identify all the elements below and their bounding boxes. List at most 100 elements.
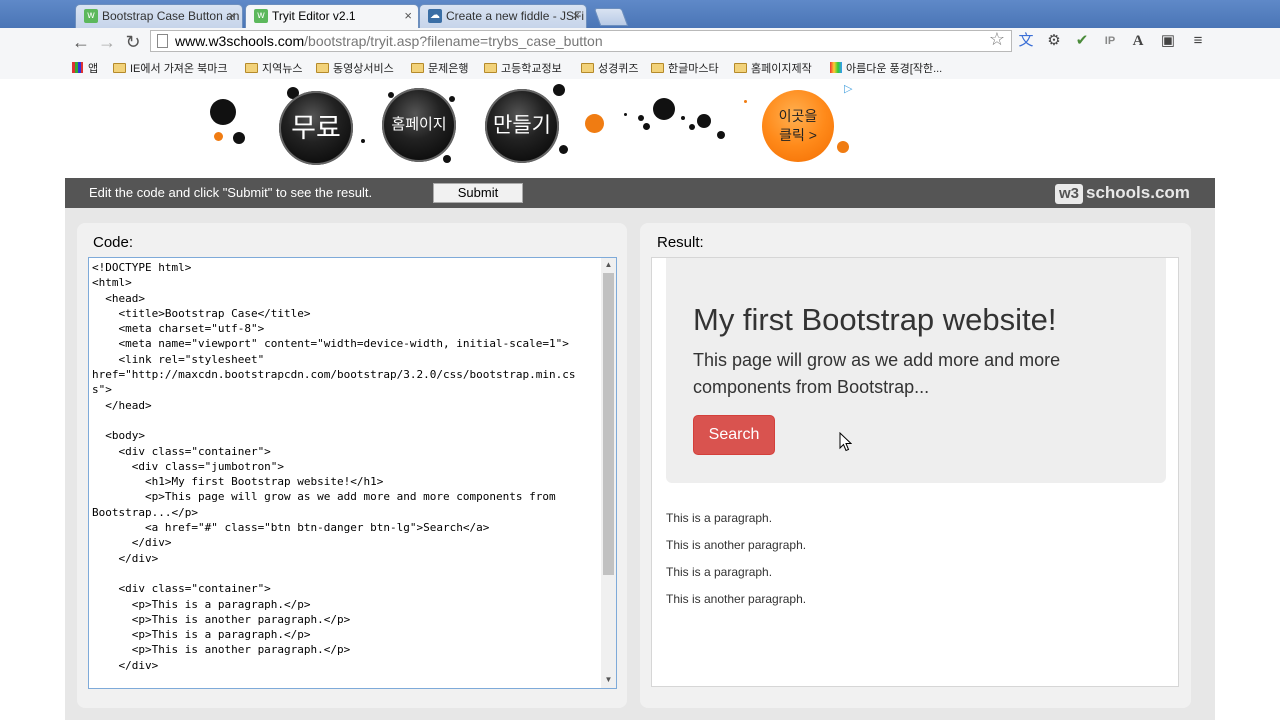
menu-icon[interactable]: ≡ [1189, 32, 1207, 50]
address-bar[interactable]: www.w3schools.com/bootstrap/tryit.asp?fi… [150, 29, 1012, 52]
ad-cta-ball[interactable]: 이곳을 클릭 > [762, 90, 834, 162]
url-host: www.w3schools.com [175, 33, 305, 49]
translate-icon[interactable]: 文 [1017, 32, 1035, 50]
bookmark-label: 아름다운 풍경[작한... [846, 63, 943, 75]
jumbotron-title: My first Bootstrap website! [693, 302, 1057, 337]
folder-icon [316, 63, 329, 73]
ad-dot [717, 131, 725, 139]
bookmark-label: 문제은행 [428, 63, 469, 75]
bookmark-beautiful-scenery[interactable]: 아름다운 풍경[작한... [830, 60, 942, 76]
tab-bootstrap-case-button[interactable]: w Bootstrap Case Button an × [75, 4, 243, 28]
folder-icon [484, 63, 497, 73]
close-tab-icon[interactable]: × [228, 5, 236, 27]
ad-dot [638, 115, 644, 121]
ad-dot [559, 145, 568, 154]
folder-icon [411, 63, 424, 73]
ad-dot [697, 114, 711, 128]
ad-dot [653, 98, 675, 120]
bookmark-label: 고등학교정보 [501, 63, 562, 75]
jsfiddle-favicon-icon: ☁ [428, 9, 442, 23]
ad-dot [214, 132, 223, 141]
bookmark-star-icon[interactable]: ☆ [989, 29, 1005, 49]
bookmark-label: 한글마스타 [668, 63, 719, 75]
mouse-cursor-icon [839, 432, 852, 452]
ip-extension-icon[interactable]: IP [1101, 32, 1119, 50]
bookmark-label: IE에서 가져온 북마크 [130, 63, 228, 75]
result-label: Result: [657, 234, 704, 251]
gear-icon[interactable]: ⚙ [1045, 32, 1063, 50]
bookmark-high-school-info[interactable]: 고등학교정보 [484, 60, 562, 76]
w3schools-favicon-icon: w [84, 9, 98, 23]
result-paragraph: This is a paragraph. [666, 511, 773, 525]
ad-cta-line1: 이곳을 [778, 108, 818, 124]
ad-dot [624, 113, 627, 116]
bookmark-label: 성경퀴즈 [598, 63, 639, 75]
page-content: 무료 홈페이지 만들기 이곳을 클릭 > ▷ Edit the code and… [65, 79, 1215, 720]
reload-icon[interactable]: ↻ [122, 31, 144, 53]
apps-grid-icon [72, 62, 83, 73]
w3-logo-mark: w3 [1055, 184, 1083, 204]
ad-banner[interactable]: 무료 홈페이지 만들기 이곳을 클릭 > ▷ [65, 79, 1215, 178]
browser-tab-strip: w Bootstrap Case Button an × w Tryit Edi… [0, 0, 1280, 28]
adchoices-icon[interactable]: ▷ [844, 82, 852, 95]
folder-icon [651, 63, 664, 73]
tab-tryit-editor[interactable]: w Tryit Editor v2.1 × [245, 4, 419, 28]
url-text: www.w3schools.com/bootstrap/tryit.asp?fi… [175, 31, 603, 51]
new-tab-button[interactable] [593, 8, 629, 26]
tab-title: Tryit Editor v2.1 [272, 9, 356, 23]
bookmark-question-bank[interactable]: 문제은행 [411, 60, 468, 76]
w3-logo-text: schools.com [1086, 183, 1190, 202]
folder-icon [113, 63, 126, 73]
bookmark-bible-quiz[interactable]: 성경퀴즈 [581, 60, 638, 76]
bookmark-label: 홈페이지제작 [751, 63, 812, 75]
page-icon [157, 34, 168, 48]
site-favicon-icon [830, 62, 842, 73]
page-margin-left [0, 79, 65, 720]
code-editor[interactable]: <!DOCTYPE html> <html> <head> <title>Boo… [88, 257, 617, 689]
ad-cta-line2: 클릭 > [779, 127, 817, 143]
bookmark-local-news[interactable]: 지역뉴스 [245, 60, 302, 76]
bookmark-apps[interactable]: 앱 [72, 60, 98, 76]
font-size-icon[interactable]: A [1129, 32, 1147, 50]
code-text[interactable]: <!DOCTYPE html> <html> <head> <title>Boo… [92, 260, 600, 673]
bookmark-ie-imported[interactable]: IE에서 가져온 북마크 [113, 60, 227, 76]
close-tab-icon[interactable]: × [572, 5, 580, 27]
page-margin-right [1215, 79, 1280, 720]
scroll-down-arrow-icon[interactable]: ▼ [603, 675, 614, 684]
jumbotron: My first Bootstrap website! This page wi… [666, 258, 1166, 483]
scrollbar-thumb[interactable] [603, 273, 614, 575]
forward-arrow-icon[interactable]: → [96, 31, 118, 53]
ad-ball-free: 무료 [279, 91, 353, 165]
w3schools-favicon-icon: w [254, 9, 268, 23]
tryit-body: Code: Result: <!DOCTYPE html> <html> <he… [65, 208, 1215, 720]
ad-dot [233, 132, 245, 144]
bookmarks-bar: 앱 IE에서 가져온 북마크 지역뉴스 동영상서비스 문제은행 고등학교정보 성… [0, 55, 1280, 80]
code-scrollbar[interactable]: ▲ ▼ [601, 258, 616, 688]
close-tab-icon[interactable]: × [404, 5, 412, 27]
ad-dot [689, 124, 695, 130]
ad-dot [553, 84, 565, 96]
submit-button[interactable]: Submit [433, 183, 523, 203]
ad-dot [681, 116, 685, 120]
back-arrow-icon[interactable]: ← [70, 31, 92, 53]
result-paragraph: This is another paragraph. [666, 538, 807, 552]
folder-icon [581, 63, 594, 73]
ad-dot [361, 139, 365, 143]
jumbotron-text: This page will grow as we add more and m… [693, 350, 1061, 397]
result-paragraph: This is another paragraph. [666, 592, 807, 606]
ad-dot [643, 123, 650, 130]
bookmark-hangul-master[interactable]: 한글마스타 [651, 60, 719, 76]
bookmark-homepage-making[interactable]: 홈페이지제작 [734, 60, 812, 76]
code-label: Code: [93, 234, 134, 251]
checkmark-extension-icon[interactable]: ✔ [1073, 32, 1091, 50]
screenshot-extension-icon[interactable]: ▣ [1159, 32, 1177, 50]
bookmark-video-service[interactable]: 동영상서비스 [316, 60, 394, 76]
tab-title: Create a new fiddle - JSFi [446, 9, 585, 23]
tryit-header-bar: Edit the code and click "Submit" to see … [65, 178, 1215, 208]
result-paragraph: This is a paragraph. [666, 565, 773, 579]
search-button[interactable]: Search [693, 415, 775, 455]
ad-ball-make: 만들기 [485, 89, 559, 163]
tab-jsfiddle[interactable]: ☁ Create a new fiddle - JSFi × [419, 4, 587, 28]
bookmark-label: 앱 [88, 63, 99, 75]
scroll-up-arrow-icon[interactable]: ▲ [603, 260, 614, 269]
